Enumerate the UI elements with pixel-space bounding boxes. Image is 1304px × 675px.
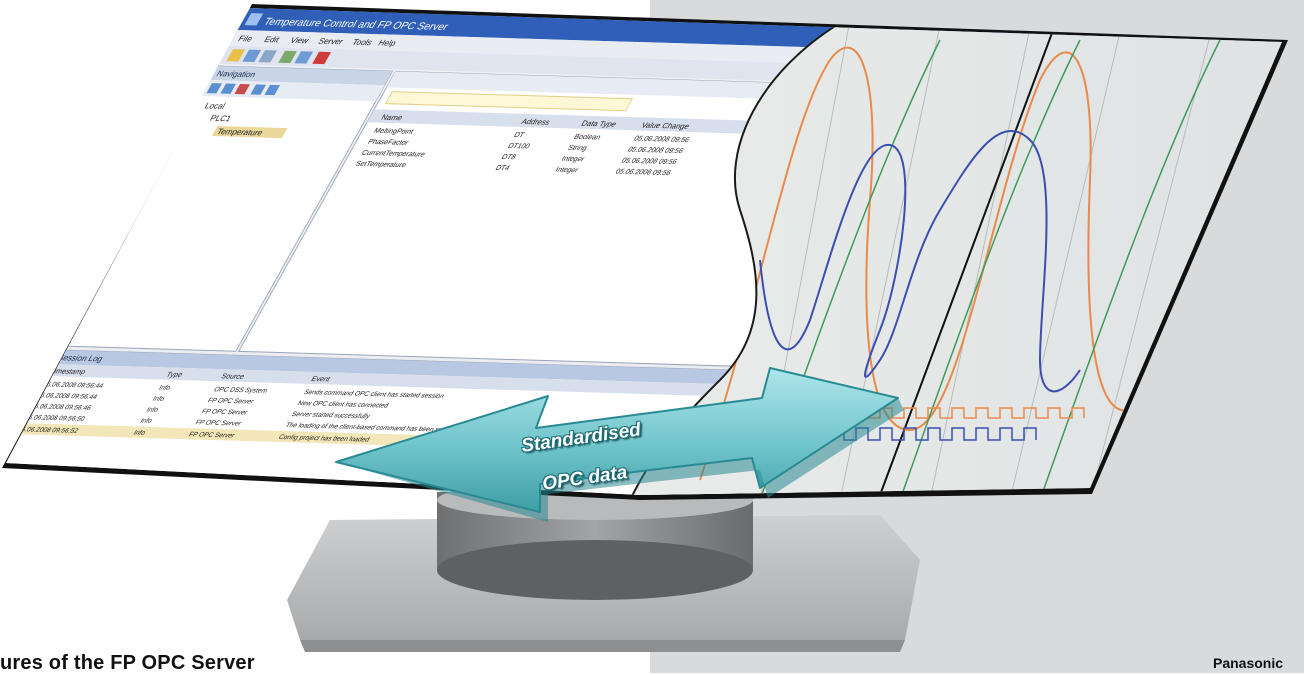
page-caption: ures of the FP OPC Server xyxy=(0,652,255,674)
svg-text:05.06.2008 09:56: 05.06.2008 09:56 xyxy=(620,156,679,166)
svg-text:FP OPC Server: FP OPC Server xyxy=(194,420,243,428)
svg-text:Source[interactable]: Source xyxy=(220,372,247,381)
brand-name: Panasonic xyxy=(1213,655,1284,671)
monitor-scene: Temperature Control and FP OPC Server Fi… xyxy=(0,4,1288,652)
status-bar: Ready xyxy=(0,468,17,477)
tree-item-temperature[interactable]: Temperature xyxy=(215,127,265,138)
svg-text:PhaseFactor: PhaseFactor xyxy=(366,137,411,147)
svg-text:05.06.2008 09:56: 05.06.2008 09:56 xyxy=(632,134,691,144)
svg-text:MeltingPoint: MeltingPoint xyxy=(372,126,416,136)
svg-text:FP OPC Server: FP OPC Server xyxy=(187,432,236,440)
col-value-change[interactable]: Value Change xyxy=(640,121,692,131)
navigation-title: Navigation xyxy=(215,69,258,79)
svg-text:Boolean: Boolean xyxy=(572,132,602,141)
svg-text:FP OPC Server: FP OPC Server xyxy=(206,398,255,406)
col-address[interactable]: Address xyxy=(520,117,552,126)
svg-text:FP OPC Server: FP OPC Server xyxy=(200,409,249,417)
col-data-type[interactable]: Data Type xyxy=(580,119,619,128)
log-title: Session Log xyxy=(56,353,105,364)
svg-text:SetTemperature: SetTemperature xyxy=(354,159,408,169)
svg-text:05.06.2008 09:56: 05.06.2008 09:56 xyxy=(614,167,673,177)
svg-text:05.06.2008 09:56: 05.06.2008 09:56 xyxy=(626,145,685,155)
monitor-base xyxy=(287,480,920,652)
